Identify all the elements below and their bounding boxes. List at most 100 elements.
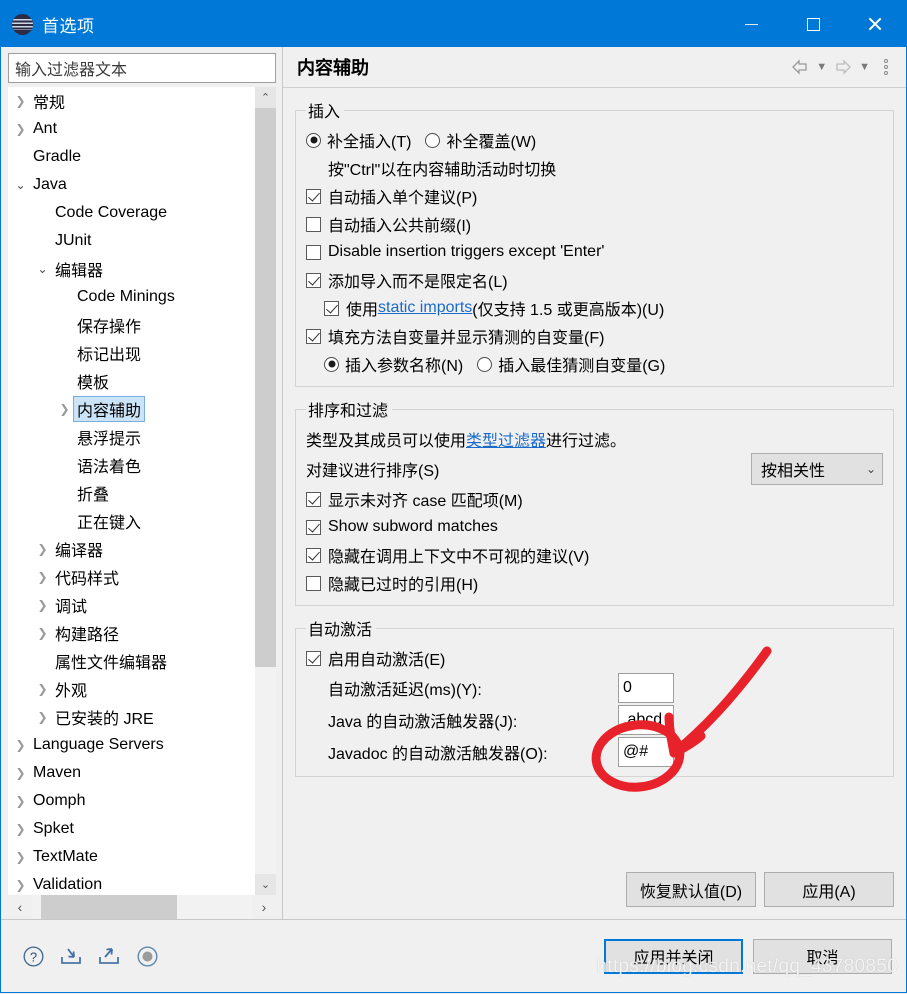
tree-item-20[interactable]: 属性文件编辑器 <box>8 647 254 675</box>
checkbox-show-camel-case-matches[interactable] <box>306 492 321 507</box>
sort-proposals-select[interactable]: 按相关性 ⌄ <box>751 453 883 485</box>
vertical-dots-icon[interactable] <box>876 59 894 75</box>
chevron-right-icon[interactable]: ❯ <box>12 766 29 780</box>
tree-item-10[interactable]: 模板 <box>8 367 254 395</box>
tree-vertical-scrollbar[interactable]: ⌃ ⌄ <box>254 87 276 895</box>
import-icon[interactable] <box>59 944 83 968</box>
chevron-right-icon[interactable]: ❯ <box>12 738 29 752</box>
cancel-button[interactable]: 取消 <box>753 939 892 974</box>
java-triggers-input[interactable]: .abcd <box>618 705 674 735</box>
apply-and-close-button[interactable]: 应用并关闭 <box>604 939 743 974</box>
maximize-button[interactable] <box>782 1 844 47</box>
checkbox-insert-single-proposal[interactable] <box>306 189 321 204</box>
chevron-right-icon[interactable]: ❯ <box>12 850 29 864</box>
radio-insert-parameter-names[interactable] <box>324 357 339 372</box>
tree-item-14[interactable]: 折叠 <box>8 479 254 507</box>
tree-item-2[interactable]: Gradle <box>8 143 254 171</box>
checkbox-show-subword-matches[interactable] <box>306 520 321 535</box>
tree-item-28[interactable]: ❯Validation <box>8 871 254 895</box>
chevron-right-icon[interactable]: ❯ <box>12 122 29 136</box>
tree-item-1[interactable]: ❯Ant <box>8 115 254 143</box>
tree-item-17[interactable]: ❯代码样式 <box>8 563 254 591</box>
tree-item-16[interactable]: ❯编译器 <box>8 535 254 563</box>
preferences-tree[interactable]: ❯常规❯AntGradle⌄JavaCode CoverageJUnit⌄编辑器… <box>8 87 254 895</box>
chevron-down-icon[interactable]: ⌄ <box>12 178 29 192</box>
tree-item-25[interactable]: ❯Oomph <box>8 787 254 815</box>
chevron-right-icon[interactable]: ❯ <box>34 542 51 556</box>
tree-item-15[interactable]: 正在键入 <box>8 507 254 535</box>
tree-item-9[interactable]: 标记出现 <box>8 339 254 367</box>
chevron-right-icon[interactable]: ❯ <box>34 710 51 724</box>
dialog-footer: ? <box>1 919 906 992</box>
chevron-down-icon[interactable]: ⌄ <box>34 262 51 276</box>
scroll-up-button[interactable]: ⌃ <box>255 87 276 108</box>
tree-item-4[interactable]: Code Coverage <box>8 199 254 227</box>
close-button[interactable] <box>844 1 906 47</box>
radio-insert-best-guess[interactable] <box>477 357 492 372</box>
chevron-right-icon[interactable]: ❯ <box>12 822 29 836</box>
checkbox-insert-common-prefix[interactable] <box>306 217 321 232</box>
apply-button[interactable]: 应用(A) <box>764 872 894 907</box>
tree-item-21[interactable]: ❯外观 <box>8 675 254 703</box>
checkbox-hide-invisible-proposals[interactable] <box>306 548 321 563</box>
back-arrow-icon[interactable] <box>790 58 810 76</box>
chevron-right-icon[interactable]: ❯ <box>34 598 51 612</box>
checkbox-enable-auto-activation[interactable] <box>306 651 321 666</box>
checkbox-disable-insertion-triggers[interactable] <box>306 245 321 260</box>
back-history-chevron-down-icon[interactable]: ▼ <box>816 61 827 73</box>
chevron-right-icon[interactable]: ❯ <box>34 682 51 696</box>
tree-item-27[interactable]: ❯TextMate <box>8 843 254 871</box>
tree-item-24[interactable]: ❯Maven <box>8 759 254 787</box>
checkbox-use-static-imports[interactable] <box>324 301 339 316</box>
filter-input[interactable]: 输入过滤器文本 <box>8 53 276 83</box>
hscroll-track[interactable] <box>32 895 252 919</box>
static-imports-link[interactable]: static imports <box>378 299 472 317</box>
chevron-right-icon[interactable]: ❯ <box>34 626 51 640</box>
forward-history-chevron-down-icon[interactable]: ▼ <box>859 61 870 73</box>
checkbox-fill-method-arguments[interactable] <box>306 329 321 344</box>
vscroll-track[interactable] <box>255 108 276 874</box>
tree-item-26[interactable]: ❯Spket <box>8 815 254 843</box>
radio-completion-inserts[interactable] <box>306 133 321 148</box>
checkbox-add-import[interactable] <box>306 273 321 288</box>
tree-item-0[interactable]: ❯常规 <box>8 87 254 115</box>
tree-item-6[interactable]: ⌄编辑器 <box>8 255 254 283</box>
tree-horizontal-scrollbar[interactable]: ‹ › <box>8 895 276 919</box>
chevron-right-icon[interactable]: ❯ <box>12 94 29 108</box>
type-filter-link[interactable]: 类型过滤器 <box>466 427 546 451</box>
hscroll-thumb[interactable] <box>41 895 177 919</box>
tree-item-22[interactable]: ❯已安装的 JRE <box>8 703 254 731</box>
tree-item-12[interactable]: 悬浮提示 <box>8 423 254 451</box>
scroll-right-button[interactable]: › <box>252 895 276 919</box>
tree-item-13[interactable]: 语法着色 <box>8 451 254 479</box>
forward-arrow-icon[interactable] <box>833 58 853 76</box>
oomph-recorder-icon[interactable] <box>135 944 159 968</box>
chevron-right-icon[interactable]: ❯ <box>12 878 29 892</box>
checkbox-show-subword-matches-label: Show subword matches <box>328 518 498 536</box>
scroll-down-button[interactable]: ⌄ <box>255 874 276 895</box>
tree-item-8[interactable]: 保存操作 <box>8 311 254 339</box>
type-filter-suffix: 进行过滤。 <box>546 427 626 451</box>
restore-defaults-button[interactable]: 恢复默认值(D) <box>626 872 756 907</box>
minimize-button[interactable] <box>720 1 782 47</box>
tree-item-3[interactable]: ⌄Java <box>8 171 254 199</box>
auto-activation-delay-input[interactable]: 0 <box>618 673 674 703</box>
chevron-right-icon[interactable]: ❯ <box>56 402 73 416</box>
help-icon[interactable]: ? <box>21 944 45 968</box>
radio-completion-overwrites[interactable] <box>425 133 440 148</box>
scroll-left-button[interactable]: ‹ <box>8 895 32 919</box>
tree-item-label: Oomph <box>29 791 89 811</box>
checkbox-hide-deprecated-references[interactable] <box>306 576 321 591</box>
tree-item-23[interactable]: ❯Language Servers <box>8 731 254 759</box>
window-title: 首选项 <box>42 12 95 37</box>
tree-item-5[interactable]: JUnit <box>8 227 254 255</box>
tree-item-11[interactable]: ❯内容辅助 <box>8 395 254 423</box>
chevron-right-icon[interactable]: ❯ <box>34 570 51 584</box>
vscroll-thumb[interactable] <box>255 108 276 667</box>
tree-item-18[interactable]: ❯调试 <box>8 591 254 619</box>
export-icon[interactable] <box>97 944 121 968</box>
tree-item-7[interactable]: Code Minings <box>8 283 254 311</box>
javadoc-triggers-input[interactable]: @# <box>618 737 674 767</box>
chevron-right-icon[interactable]: ❯ <box>12 794 29 808</box>
tree-item-19[interactable]: ❯构建路径 <box>8 619 254 647</box>
